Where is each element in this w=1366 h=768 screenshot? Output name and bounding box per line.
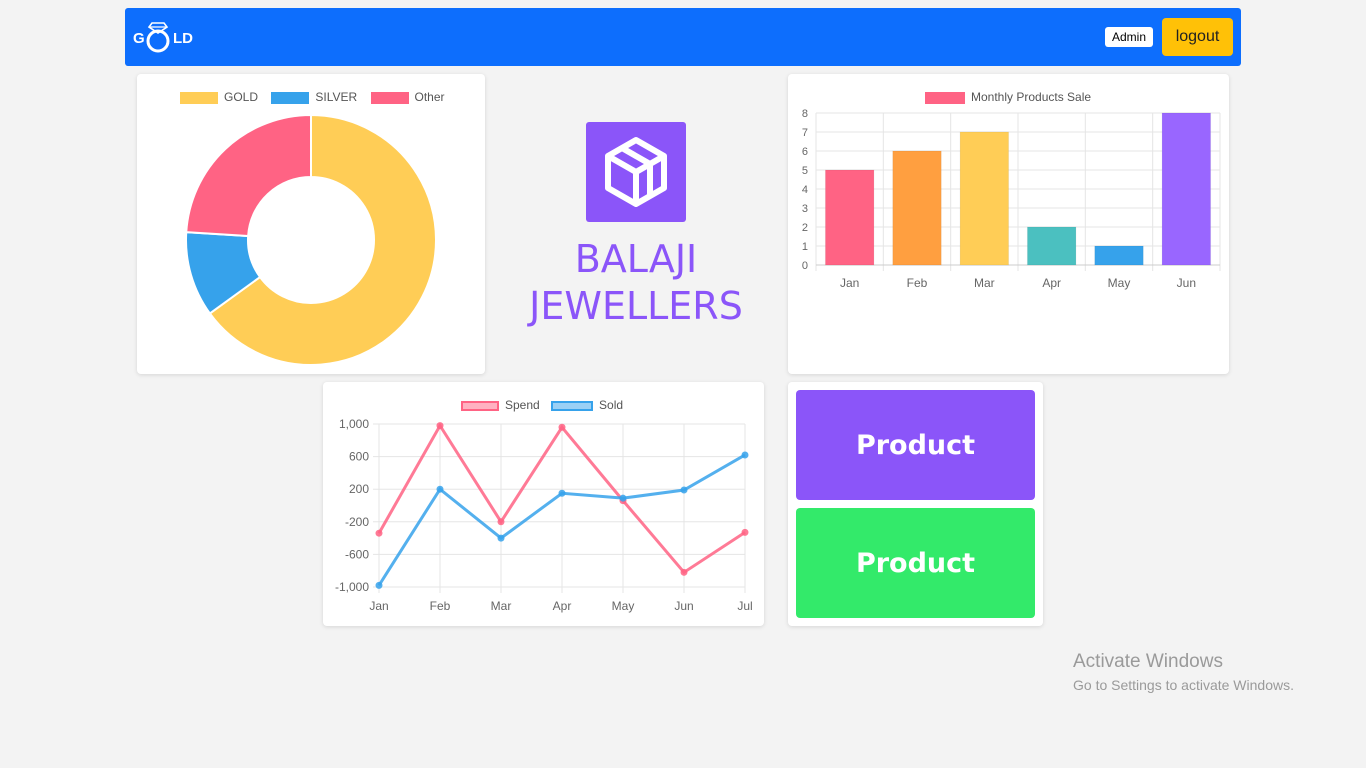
point-sold	[619, 494, 627, 502]
x-tick-label: Feb	[907, 276, 928, 290]
point-spend	[680, 568, 688, 576]
y-tick-label: 600	[349, 450, 369, 464]
bar-jan	[824, 169, 875, 266]
y-tick-label: -1,000	[335, 580, 369, 594]
bar-jun	[1161, 112, 1212, 266]
point-spend	[741, 528, 749, 536]
point-sold	[497, 534, 505, 542]
x-tick-label: Mar	[491, 599, 512, 613]
cube-icon	[605, 137, 667, 207]
x-tick-label: Jun	[1177, 276, 1196, 290]
x-tick-label: Jul	[737, 599, 752, 613]
x-tick-label: Mar	[974, 276, 995, 290]
line-chart-card: Spend Sold 1,000 600 200 -200 -600 -1,000 Jan F…	[323, 382, 764, 626]
y-tick-label: 7	[802, 127, 808, 139]
y-tick-label: 8	[802, 108, 808, 120]
x-tick-label: May	[1108, 276, 1131, 290]
y-tick-label: 200	[349, 482, 369, 496]
point-sold	[680, 486, 688, 494]
x-tick-label: Jan	[369, 599, 388, 613]
x-tick-label: May	[612, 599, 635, 613]
brand-name: BALAJI JEWELLERS	[500, 236, 772, 330]
product-button-1[interactable]: Product	[796, 390, 1035, 500]
y-tick-label: 3	[802, 203, 808, 215]
line-chart: 1,000 600 200 -200 -600 -1,000Jan Feb Mar Apr May…	[335, 417, 753, 613]
y-tick-label: 5	[802, 165, 808, 177]
point-sold	[741, 451, 749, 459]
point-sold	[436, 485, 444, 493]
x-tick-label: Jan	[840, 276, 859, 290]
activate-windows-title: Activate Windows	[1073, 651, 1223, 672]
doughnut-chart-card: GOLD SILVER Other	[137, 74, 485, 374]
brand-logo	[586, 122, 686, 222]
navbar: G LD Admin logout	[125, 8, 1241, 66]
bar-mar	[959, 131, 1010, 266]
brand-line-1: BALAJI	[574, 237, 698, 281]
point-sold	[558, 489, 566, 497]
y-tick-label: 1,000	[339, 417, 369, 431]
x-tick-label: Apr	[1042, 276, 1061, 290]
x-tick-label: Jun	[674, 599, 693, 613]
logout-button[interactable]: logout	[1162, 18, 1233, 56]
point-spend	[436, 422, 444, 430]
y-tick-label: 0	[802, 260, 808, 272]
y-tick-label: 1	[802, 241, 808, 253]
point-spend	[497, 518, 505, 526]
point-spend	[375, 529, 383, 537]
logo-text-right: LD	[173, 30, 193, 47]
x-tick-label: Feb	[430, 599, 451, 613]
bar-feb	[892, 150, 942, 266]
product-button-2[interactable]: Product	[796, 508, 1035, 618]
doughnut-slice-other	[185, 113, 312, 238]
bar-may	[1094, 245, 1144, 266]
logo-text-left: G	[133, 30, 145, 47]
bar-apr	[1026, 226, 1077, 266]
y-tick-label: 4	[802, 184, 808, 196]
x-tick-label: Apr	[553, 599, 572, 613]
y-tick-label: -200	[345, 515, 369, 529]
activate-windows-subtitle: Go to Settings to activate Windows.	[1073, 677, 1294, 693]
point-spend	[558, 423, 566, 431]
ring-icon	[146, 22, 170, 53]
point-sold	[375, 581, 383, 589]
y-tick-label: -600	[345, 547, 369, 561]
bar-chart: 0 1 2 3 4 5 6 7 8 Jan Feb Mar Apr May Jun	[802, 108, 1221, 290]
brand-line-2: JEWELLERS	[529, 284, 743, 328]
y-tick-label: 6	[802, 146, 808, 158]
y-tick-label: 2	[802, 222, 808, 234]
bar-chart-card: Monthly Products Sale 0 1 2 3 4 5 6 7 8 Jan Feb Mar…	[788, 74, 1229, 374]
doughnut-chart	[185, 113, 437, 366]
logo[interactable]: G LD	[133, 20, 203, 54]
admin-badge: Admin	[1105, 27, 1154, 47]
